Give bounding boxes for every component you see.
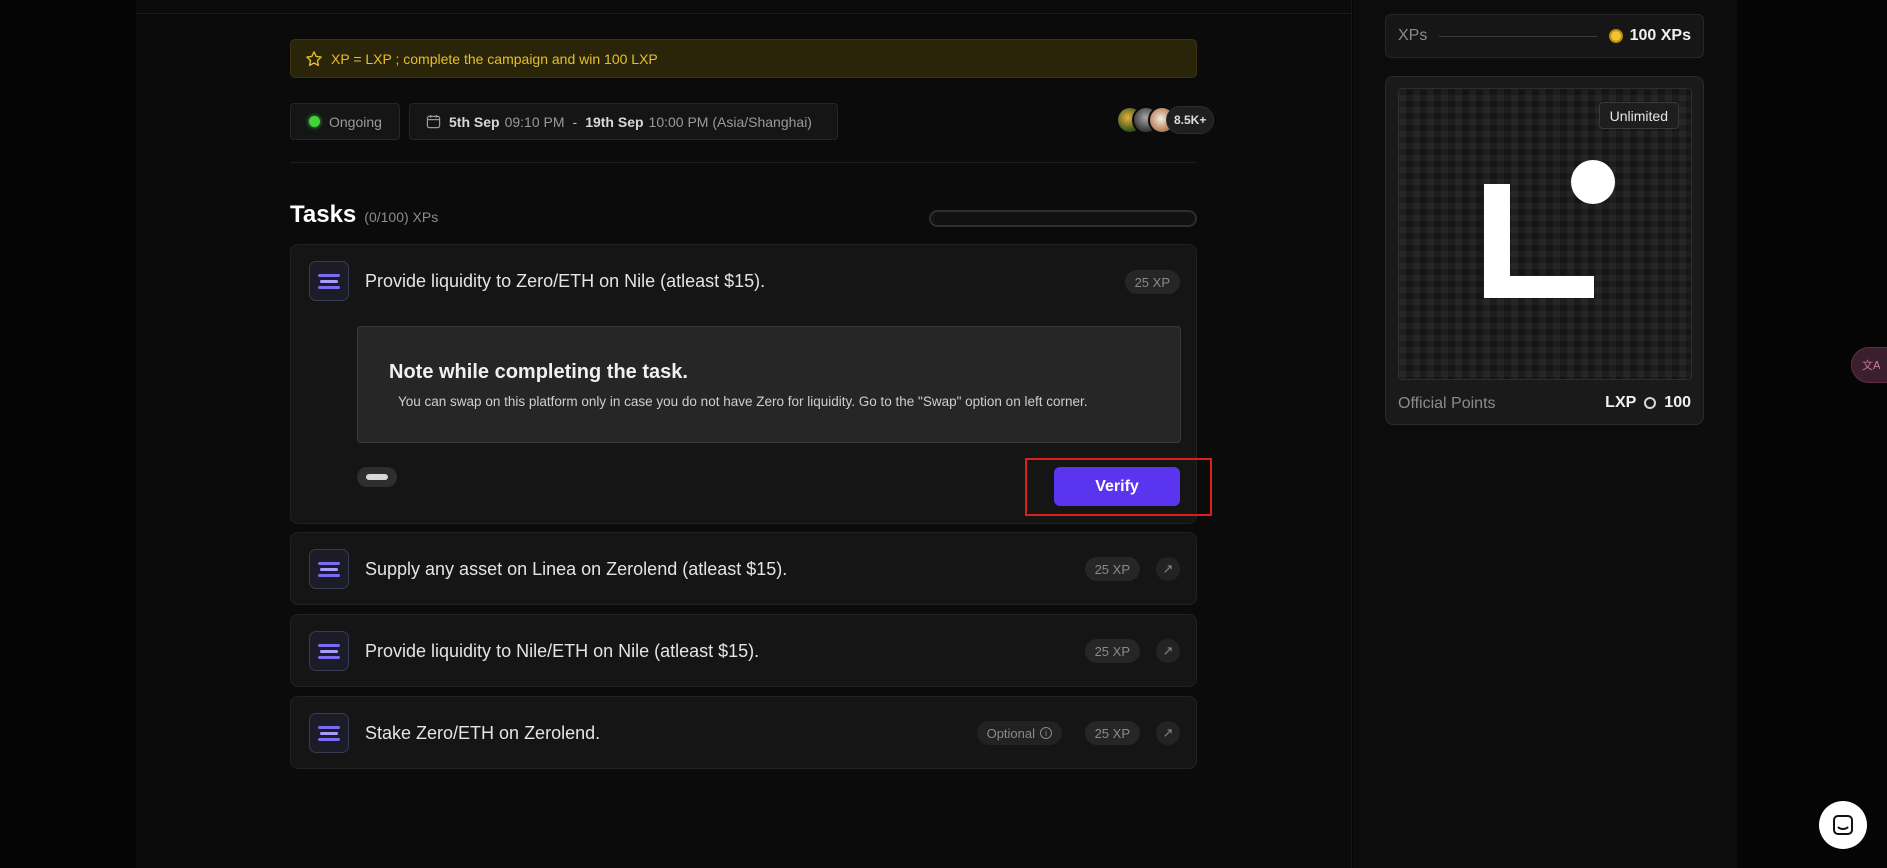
info-icon[interactable]: i bbox=[1040, 727, 1052, 739]
calendar-icon bbox=[426, 114, 441, 129]
task-title: Stake Zero/ETH on Zerolend. bbox=[365, 722, 601, 743]
end-day: 19th Sep bbox=[585, 113, 644, 130]
task-card[interactable]: Provide liquidity to Nile/ETH on Nile (a… bbox=[290, 614, 1197, 687]
points-label: Official Points bbox=[1398, 395, 1496, 412]
task-app-icon bbox=[309, 713, 349, 753]
section-divider bbox=[290, 162, 1197, 163]
task-app-icon bbox=[309, 261, 349, 301]
chat-support-button[interactable] bbox=[1819, 801, 1867, 849]
task-note: Note while completing the task. You can … bbox=[357, 326, 1181, 443]
tasks-progress-label: (0/100) XPs bbox=[364, 209, 439, 225]
status-label: Ongoing bbox=[329, 113, 382, 130]
task-title: Provide liquidity to Zero/ETH on Nile (a… bbox=[365, 270, 766, 291]
coin-icon bbox=[1608, 29, 1623, 43]
start-day: 5th Sep bbox=[449, 113, 500, 130]
task-title: Supply any asset on Linea on Zerolend (a… bbox=[365, 558, 788, 579]
task-card[interactable]: Supply any asset on Linea on Zerolend (a… bbox=[290, 532, 1197, 605]
task-header: Stake Zero/ETH on Zerolend. bbox=[309, 713, 600, 753]
xps-summary: XPs 100 XPs bbox=[1385, 14, 1704, 58]
task-header: Provide liquidity to Nile/ETH on Nile (a… bbox=[309, 631, 759, 671]
external-link-icon[interactable]: ↗ bbox=[1156, 721, 1180, 745]
task-app-icon bbox=[309, 549, 349, 589]
toggle-knob bbox=[366, 474, 388, 480]
xp-badge: 25 XP bbox=[1084, 557, 1140, 581]
task-header[interactable]: Provide liquidity to Zero/ETH on Nile (a… bbox=[309, 261, 765, 301]
note-title: Note while completing the task. bbox=[389, 361, 688, 383]
external-link-icon[interactable]: ↗ bbox=[1156, 557, 1180, 581]
task-app-icon bbox=[309, 631, 349, 671]
task-card[interactable]: Stake Zero/ETH on Zerolend. Optional i 2… bbox=[290, 696, 1197, 769]
date-separator: - bbox=[572, 113, 578, 130]
svg-text:文A: 文A bbox=[1862, 358, 1880, 372]
chat-icon bbox=[1833, 815, 1853, 835]
xps-value: 100 XPs bbox=[1629, 27, 1691, 44]
logo-dot-icon bbox=[1571, 160, 1615, 204]
lxp-artwork: Unlimited bbox=[1398, 88, 1692, 380]
unlimited-badge: Unlimited bbox=[1598, 102, 1679, 129]
star-icon bbox=[306, 50, 322, 66]
official-points-card: Unlimited Official Points LXP 100 bbox=[1385, 76, 1704, 425]
status-badge: Ongoing bbox=[290, 103, 400, 140]
task-toggle[interactable] bbox=[357, 467, 397, 487]
tasks-progress-bar bbox=[929, 210, 1197, 227]
xp-badge: 25 XP bbox=[1084, 721, 1140, 745]
points-currency: LXP bbox=[1605, 394, 1637, 411]
external-link-icon[interactable]: ↗ bbox=[1156, 639, 1180, 663]
tasks-heading: Tasks (0/100) XPs bbox=[290, 201, 438, 229]
participant-avatars[interactable]: 8.5K+ bbox=[1116, 104, 1215, 136]
points-amount: 100 bbox=[1664, 394, 1691, 411]
start-time: 09:10 PM bbox=[504, 113, 565, 130]
xp-badge: 25 XP bbox=[1124, 270, 1180, 294]
translate-glyph-icon: 文A bbox=[1862, 358, 1880, 372]
top-divider bbox=[136, 13, 1352, 14]
verify-button[interactable]: Verify bbox=[1054, 467, 1180, 506]
task-title: Provide liquidity to Nile/ETH on Nile (a… bbox=[365, 640, 760, 661]
status-dot-icon bbox=[309, 116, 320, 127]
reward-banner: XP = LXP ; complete the campaign and win… bbox=[290, 39, 1197, 78]
points-coin-icon bbox=[1644, 397, 1657, 409]
optional-label: Optional bbox=[986, 725, 1035, 741]
xp-badge: 25 XP bbox=[1084, 639, 1140, 663]
task-header: Supply any asset on Linea on Zerolend (a… bbox=[309, 549, 787, 589]
translate-icon[interactable]: 文A bbox=[1851, 347, 1887, 383]
points-value: LXP 100 bbox=[1605, 394, 1691, 412]
xps-divider bbox=[1439, 35, 1597, 37]
tasks-title: Tasks bbox=[290, 201, 357, 228]
participant-count: 8.5K+ bbox=[1166, 106, 1215, 134]
note-text: You can swap on this platform only in ca… bbox=[398, 394, 1088, 409]
optional-badge: Optional i bbox=[976, 721, 1062, 745]
logo-l-base bbox=[1484, 276, 1594, 298]
banner-text: XP = LXP ; complete the campaign and win… bbox=[331, 50, 658, 67]
end-time: 10:00 PM (Asia/Shanghai) bbox=[648, 113, 812, 130]
campaign-dates: 5th Sep 09:10 PM - 19th Sep 10:00 PM (As… bbox=[409, 103, 838, 140]
xps-label: XPs bbox=[1398, 27, 1428, 44]
